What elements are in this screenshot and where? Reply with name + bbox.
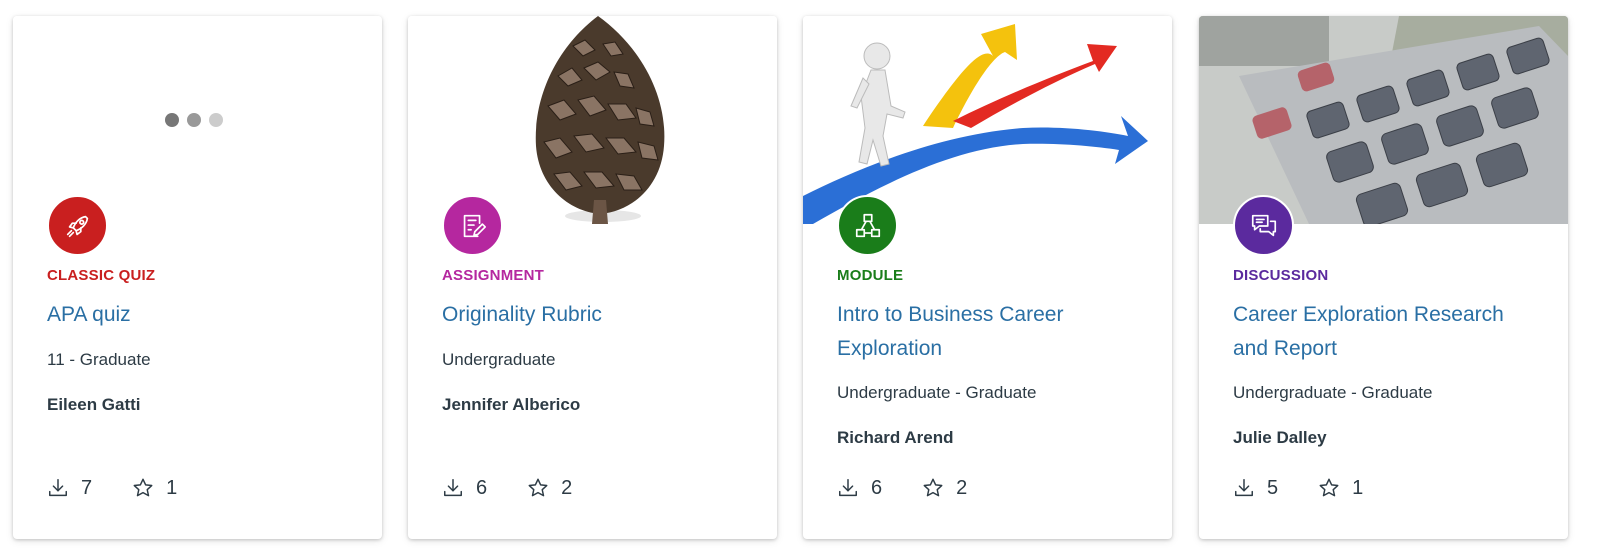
star-icon (923, 478, 943, 497)
grade-level: Undergraduate - Graduate (1233, 383, 1433, 402)
download-count: 6 (442, 477, 487, 500)
calculator-image (1199, 16, 1568, 224)
pinecone-image (408, 16, 777, 224)
loading-dots (13, 16, 382, 224)
download-count: 7 (47, 477, 92, 500)
author-name: Eileen Gatti (47, 395, 141, 414)
resource-card[interactable]: CLASSIC QUIZ APA quiz 11 - Graduate Eile… (13, 16, 382, 539)
download-count: 5 (1233, 477, 1278, 500)
module-icon (837, 195, 898, 256)
grade-level: Undergraduate (442, 350, 556, 369)
resource-type-label: MODULE (837, 267, 904, 284)
star-icon (133, 478, 153, 497)
download-icon (49, 479, 67, 497)
download-count: 6 (837, 477, 882, 500)
resource-type-label: DISCUSSION (1233, 267, 1329, 284)
card-image-placeholder (13, 16, 382, 224)
favorite-count: 1 (1318, 477, 1363, 500)
download-icon (444, 479, 462, 497)
download-icon (1235, 479, 1253, 497)
career-path-arrows-image (803, 16, 1172, 224)
grade-level: 11 - Graduate (47, 350, 151, 369)
download-icon (839, 479, 857, 497)
resource-card[interactable]: DISCUSSION Career Exploration Research a… (1199, 16, 1568, 539)
star-icon (1319, 478, 1339, 497)
resource-type-label: CLASSIC QUIZ (47, 267, 156, 284)
favorite-count: 1 (132, 477, 177, 500)
card-stats: 6 2 (837, 475, 967, 501)
favorite-count: 2 (527, 477, 572, 500)
grade-level: Undergraduate - Graduate (837, 383, 1037, 402)
card-stats: 7 1 (47, 475, 177, 501)
resource-type-label: ASSIGNMENT (442, 267, 545, 284)
card-stats: 5 1 (1233, 475, 1363, 501)
star-icon (528, 478, 548, 497)
resource-title-link[interactable]: Career Exploration Research and Report (1233, 298, 1543, 366)
card-stats: 6 2 (442, 475, 572, 501)
resource-title-link[interactable]: Originality Rubric (442, 298, 752, 332)
author-name: Richard Arend (837, 428, 954, 447)
author-name: Julie Dalley (1233, 428, 1327, 447)
assignment-icon (442, 195, 503, 256)
author-name: Jennifer Alberico (442, 395, 581, 414)
resource-card[interactable]: ASSIGNMENT Originality Rubric Undergradu… (408, 16, 777, 539)
resource-title-link[interactable]: APA quiz (47, 298, 357, 332)
resource-card[interactable]: MODULE Intro to Business Career Explorat… (803, 16, 1172, 539)
resource-title-link[interactable]: Intro to Business Career Exploration (837, 298, 1147, 366)
rocket-icon (47, 195, 108, 256)
favorite-count: 2 (922, 477, 967, 500)
discussion-icon (1233, 195, 1294, 256)
